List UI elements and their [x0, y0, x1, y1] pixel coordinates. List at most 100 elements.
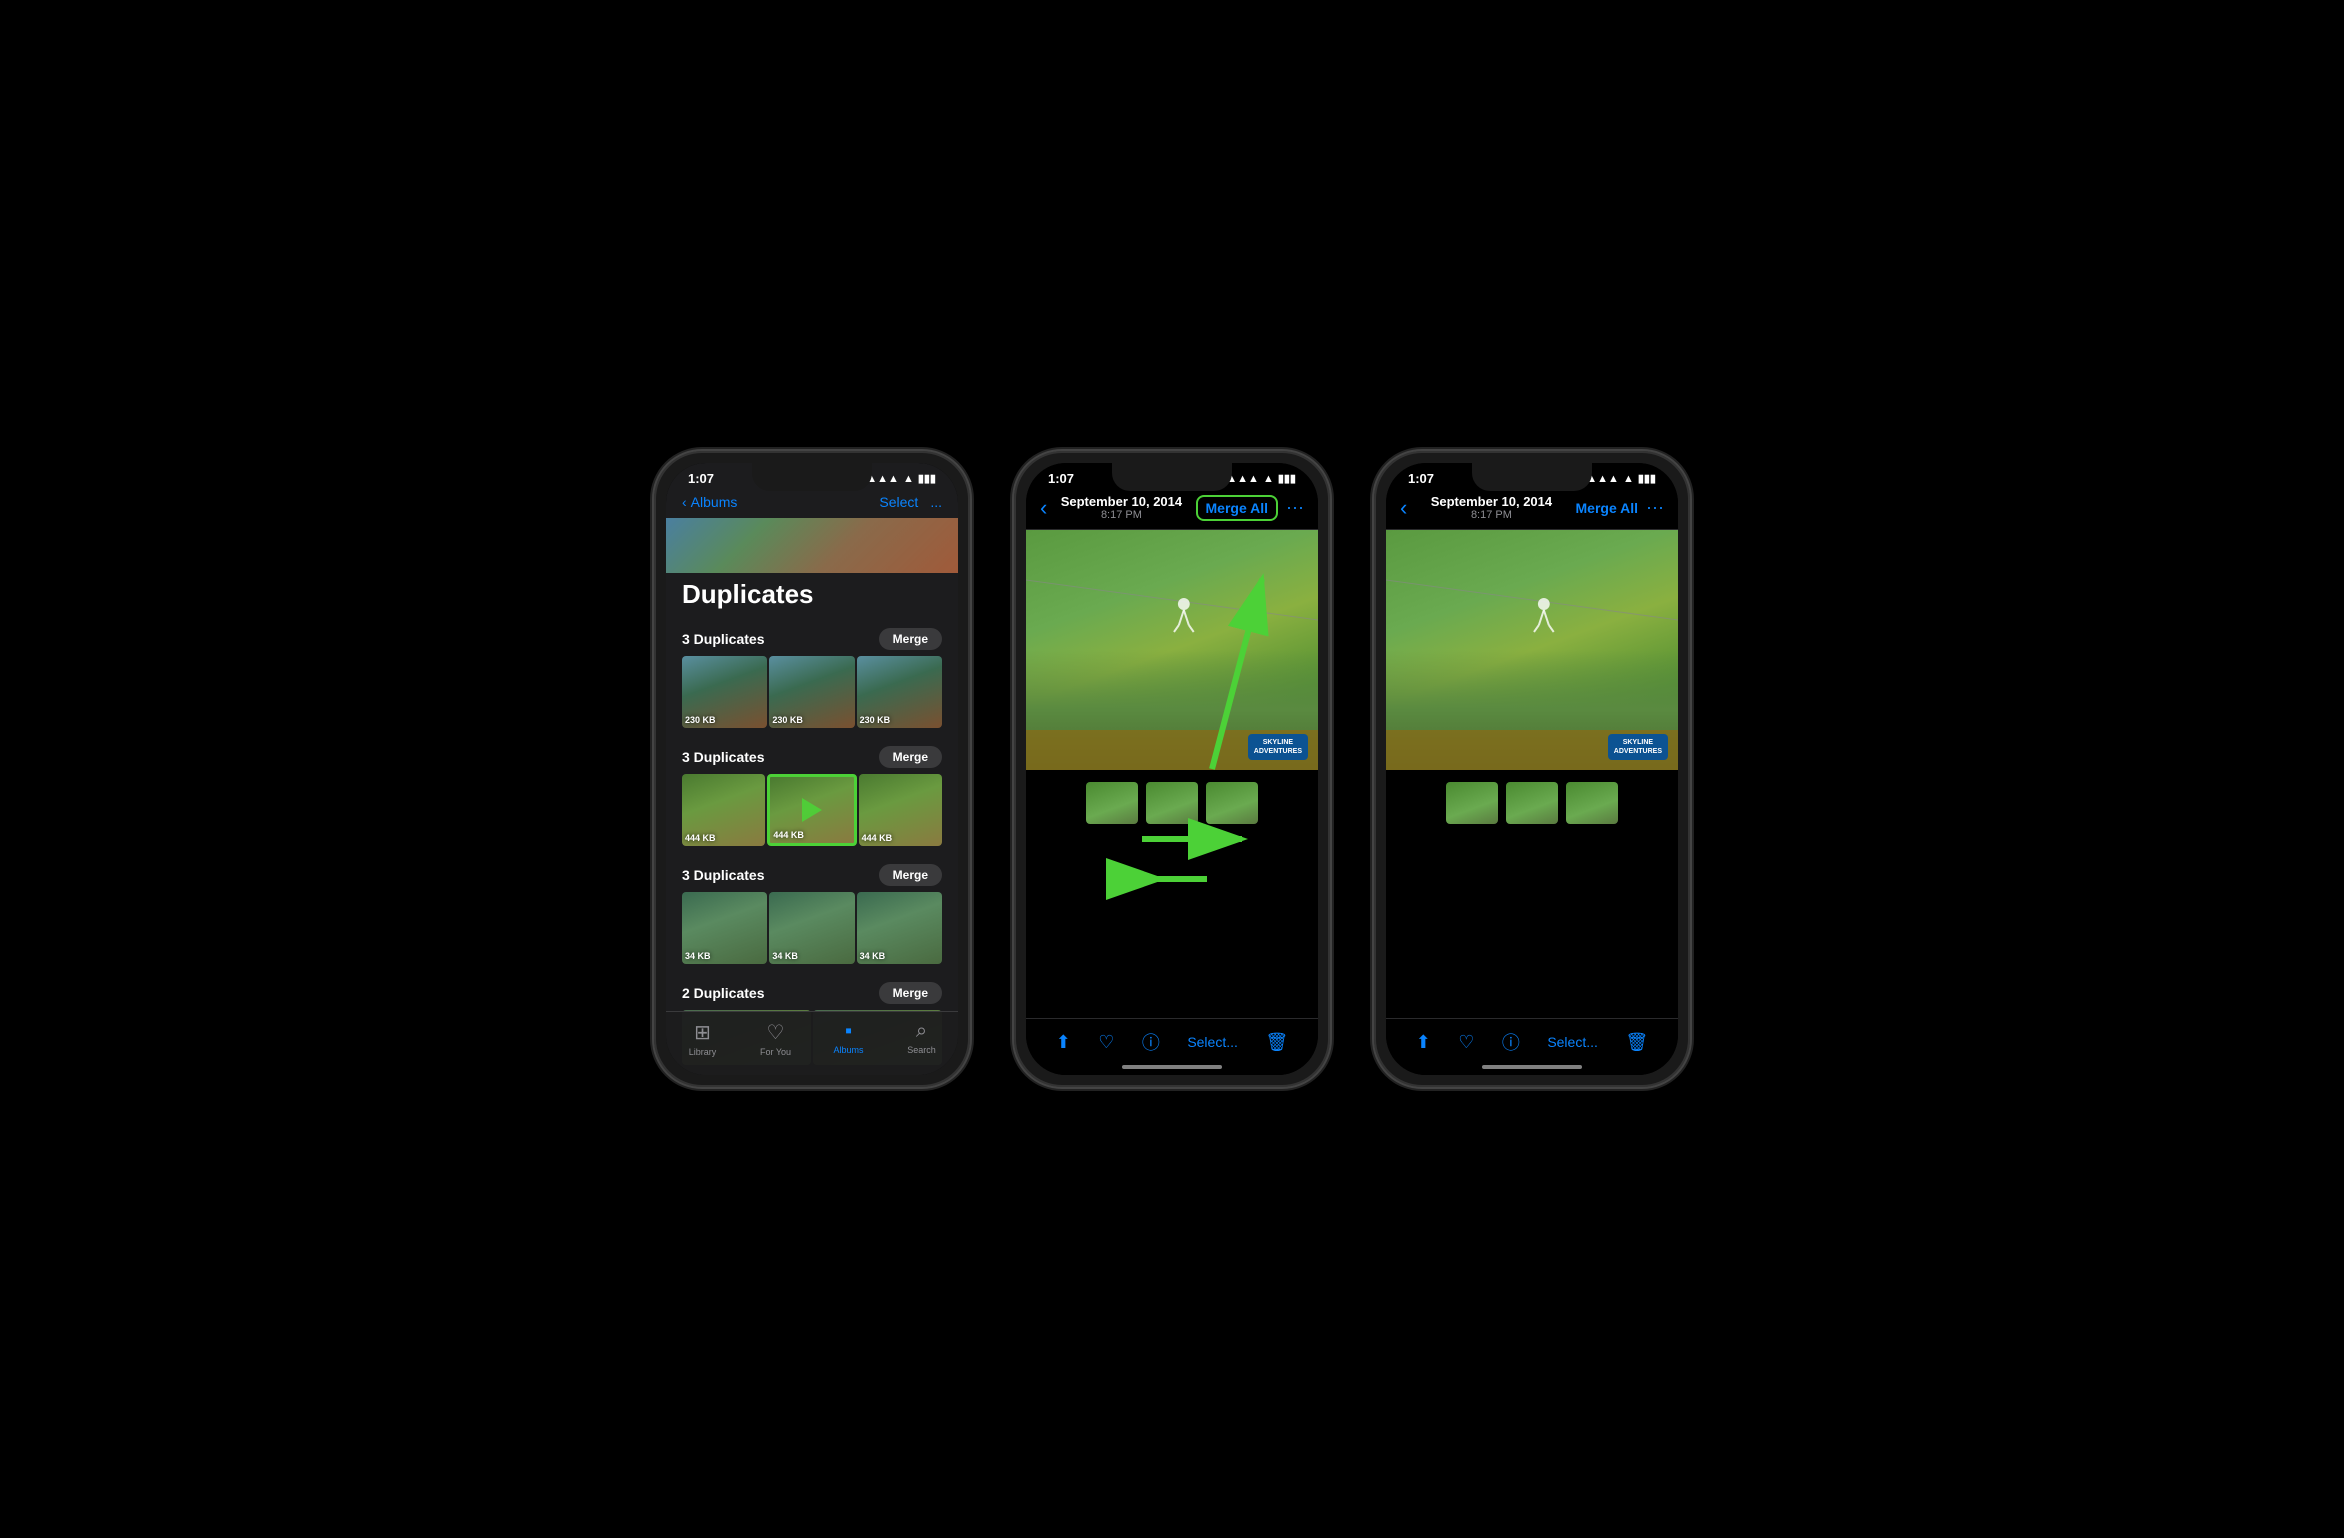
main-image-3[interactable]: SKYLINEADVENTURES [1386, 530, 1678, 770]
more-button-1[interactable]: ... [930, 494, 942, 510]
skyline-logo-2: SKYLINEADVENTURES [1248, 734, 1308, 760]
for-you-icon: ♡ [767, 1020, 785, 1045]
thumb-size-1-3: 230 KB [860, 715, 891, 725]
phone2-content: 1:07 ▲▲▲ ▲ ▮▮▮ ‹ September 10, 2014 8:17… [1026, 463, 1318, 1075]
hero-strip [666, 518, 958, 573]
detail-thumb-3-3[interactable] [1566, 782, 1618, 824]
tab-for-you[interactable]: ♡ For You [739, 1020, 812, 1057]
thumb-2-2[interactable]: 444 KB [767, 774, 856, 846]
battery-icon-3: ▮▮▮ [1638, 472, 1656, 485]
notch-3 [1472, 463, 1592, 491]
tab-bar: ⊞ Library ♡ For You ▪ Albums ⌕ Search [666, 1011, 958, 1075]
home-indicator-3 [1482, 1065, 1582, 1069]
thumb-size-1-2: 230 KB [772, 715, 803, 725]
thumbs-row-3: 34 KB 34 KB 34 KB [682, 892, 942, 964]
detail-thumb-2-1[interactable] [1086, 782, 1138, 824]
group-header-1: 3 Duplicates Merge [682, 628, 942, 650]
phone3-content: 1:07 ▲▲▲ ▲ ▮▮▮ ‹ September 10, 2014 8:17… [1386, 463, 1678, 1075]
main-image-2[interactable]: SKYLINEADVENTURES [1026, 530, 1318, 770]
phone1-content: 1:07 ▲▲▲ ▲ ▮▮▮ ‹ Albums Select .. [666, 463, 958, 1075]
merge-all-button-2[interactable]: Merge All [1196, 495, 1279, 521]
group-label-3: 3 Duplicates [682, 867, 764, 883]
tab-albums[interactable]: ▪ Albums [812, 1020, 885, 1057]
date-title-3: September 10, 2014 [1431, 494, 1552, 509]
thumb-1-2[interactable]: 230 KB [769, 656, 854, 728]
merge-button-3[interactable]: Merge [879, 864, 942, 886]
heart-button-2[interactable]: ♡ [1098, 1032, 1114, 1053]
search-icon: ⌕ [916, 1020, 927, 1043]
thumb-1-3[interactable]: 230 KB [857, 656, 942, 728]
thumbs-row-2: 444 KB 444 KB 444 KB [682, 774, 942, 846]
share-button-2[interactable]: ⬆ [1056, 1032, 1071, 1053]
thumb-2-1[interactable]: 444 KB [682, 774, 765, 846]
skyline-logo-3: SKYLINEADVENTURES [1608, 734, 1668, 760]
nav-bar-1: ‹ Albums Select ... [666, 490, 958, 518]
wifi-icon-2: ▲ [1263, 473, 1274, 485]
detail-thumb-3-1[interactable] [1446, 782, 1498, 824]
phone2-frame: 1:07 ▲▲▲ ▲ ▮▮▮ ‹ September 10, 2014 8:17… [1012, 449, 1332, 1089]
merge-button-4[interactable]: Merge [879, 982, 942, 1004]
detail-thumb-2-2[interactable] [1146, 782, 1198, 824]
delete-button-2[interactable]: 🗑 [1265, 1032, 1288, 1053]
library-icon: ⊞ [694, 1020, 711, 1045]
delete-button-3[interactable]: 🗑 [1625, 1032, 1648, 1053]
thumb-size-3-2: 34 KB [772, 951, 798, 961]
tab-search[interactable]: ⌕ Search [885, 1020, 958, 1057]
thumb-3-1[interactable]: 34 KB [682, 892, 767, 964]
detail-nav-2: ‹ September 10, 2014 8:17 PM Merge All ·… [1026, 490, 1318, 530]
merge-button-1[interactable]: Merge [879, 628, 942, 650]
phone1-frame: 1:07 ▲▲▲ ▲ ▮▮▮ ‹ Albums Select .. [652, 449, 972, 1089]
back-button-2[interactable]: ‹ [1040, 495, 1047, 521]
back-button-1[interactable]: ‹ Albums [682, 494, 737, 510]
group-header-4: 2 Duplicates Merge [682, 982, 942, 1004]
tab-for-you-label: For You [760, 1047, 791, 1057]
time-sub-2: 8:17 PM [1061, 509, 1182, 521]
more-button-2[interactable]: ··· [1286, 497, 1304, 518]
share-button-3[interactable]: ⬆ [1416, 1032, 1431, 1053]
detail-thumb-3-2[interactable] [1506, 782, 1558, 824]
thumb-size-2-2: 444 KB [773, 830, 804, 840]
merge-all-button-3[interactable]: Merge All [1576, 500, 1639, 516]
group-header-2: 3 Duplicates Merge [682, 746, 942, 768]
thumb-2-3[interactable]: 444 KB [859, 774, 942, 846]
detail-thumbs-3 [1386, 770, 1678, 836]
thumb-size-2-3: 444 KB [862, 833, 893, 843]
phone3: 1:07 ▲▲▲ ▲ ▮▮▮ ‹ September 10, 2014 8:17… [1372, 449, 1692, 1089]
thumb-1-1[interactable]: 230 KB [682, 656, 767, 728]
battery-icon-2: ▮▮▮ [1278, 472, 1296, 485]
tab-library[interactable]: ⊞ Library [666, 1020, 739, 1057]
more-button-3[interactable]: ··· [1646, 497, 1664, 518]
status-time-3: 1:07 [1408, 471, 1434, 486]
notch-2 [1112, 463, 1232, 491]
wifi-icon-3: ▲ [1623, 473, 1634, 485]
time-sub-3: 8:17 PM [1431, 509, 1552, 521]
detail-nav-3: ‹ September 10, 2014 8:17 PM Merge All ·… [1386, 490, 1678, 530]
phone1: 1:07 ▲▲▲ ▲ ▮▮▮ ‹ Albums Select .. [652, 449, 972, 1089]
group-label-4: 2 Duplicates [682, 985, 764, 1001]
thumb-3-2[interactable]: 34 KB [769, 892, 854, 964]
status-icons-2: ▲▲▲ ▲ ▮▮▮ [1226, 472, 1296, 485]
tab-library-label: Library [689, 1047, 717, 1057]
info-button-2[interactable]: ⓘ [1142, 1029, 1160, 1055]
thumb-3-3[interactable]: 34 KB [857, 892, 942, 964]
home-indicator-2 [1122, 1065, 1222, 1069]
select-button-2[interactable]: Select... [1187, 1034, 1238, 1050]
back-button-3[interactable]: ‹ [1400, 495, 1407, 521]
info-button-3[interactable]: ⓘ [1502, 1029, 1520, 1055]
select-button-1[interactable]: Select [879, 494, 918, 510]
status-time-1: 1:07 [688, 471, 714, 486]
page-title-1: Duplicates [666, 573, 958, 620]
thumb-size-2-1: 444 KB [685, 833, 716, 843]
duplicate-group-3: 3 Duplicates Merge 34 KB 34 KB 34 KB [666, 856, 958, 972]
group-label-2: 3 Duplicates [682, 749, 764, 765]
wifi-icon: ▲ [903, 473, 914, 485]
back-label-1: Albums [691, 494, 738, 510]
select-button-3[interactable]: Select... [1547, 1034, 1598, 1050]
albums-icon: ▪ [845, 1020, 852, 1043]
phone2: 1:07 ▲▲▲ ▲ ▮▮▮ ‹ September 10, 2014 8:17… [1012, 449, 1332, 1089]
heart-button-3[interactable]: ♡ [1458, 1032, 1474, 1053]
merge-button-2[interactable]: Merge [879, 746, 942, 768]
detail-thumb-2-3[interactable] [1206, 782, 1258, 824]
duplicate-group-2: 3 Duplicates Merge 444 KB 444 KB [666, 738, 958, 854]
chevron-left-icon: ‹ [682, 494, 687, 510]
